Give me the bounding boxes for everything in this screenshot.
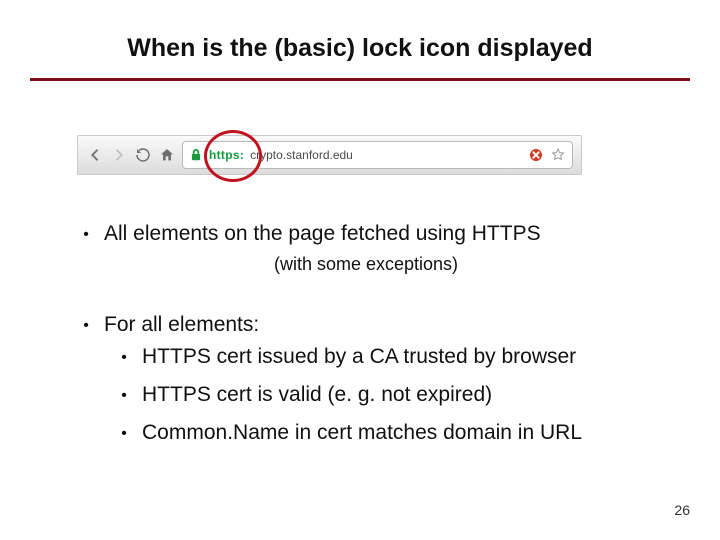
slide-content: • All elements on the page fetched using…	[82, 222, 650, 459]
bullet-marker: •	[82, 222, 90, 248]
title-underline	[30, 78, 690, 81]
bullet-subtext: (with some exceptions)	[82, 254, 650, 275]
back-icon	[86, 146, 104, 164]
bullet-text: For all elements:	[104, 313, 259, 339]
page-number: 26	[674, 502, 690, 518]
lock-icon	[189, 148, 203, 162]
url-field: https: crypto.stanford.edu	[182, 141, 573, 169]
bullet-item: • HTTPS cert is valid (e. g. not expired…	[120, 383, 650, 409]
reload-icon	[134, 146, 152, 164]
bullet-text: Common.Name in cert matches domain in UR…	[142, 421, 582, 447]
browser-toolbar: https: crypto.stanford.edu	[77, 135, 582, 175]
slide-title: When is the (basic) lock icon displayed	[0, 34, 720, 63]
bookmark-star-icon	[550, 147, 566, 163]
bullet-item: • For all elements:	[82, 313, 650, 339]
url-scheme: https:	[209, 148, 244, 162]
bullet-marker: •	[82, 313, 90, 339]
bullet-marker: •	[120, 383, 128, 409]
forward-icon	[110, 146, 128, 164]
bullet-marker: •	[120, 421, 128, 447]
sub-bullets: • HTTPS cert issued by a CA trusted by b…	[120, 345, 650, 447]
home-icon	[158, 146, 176, 164]
bullet-item: • Common.Name in cert matches domain in …	[120, 421, 650, 447]
bullet-text: HTTPS cert issued by a CA trusted by bro…	[142, 345, 576, 371]
error-icon	[528, 147, 544, 163]
url-domain: crypto.stanford.edu	[250, 148, 353, 162]
bullet-item: • HTTPS cert issued by a CA trusted by b…	[120, 345, 650, 371]
bullet-item: • All elements on the page fetched using…	[82, 222, 650, 248]
bullet-text: HTTPS cert is valid (e. g. not expired)	[142, 383, 492, 409]
bullet-marker: •	[120, 345, 128, 371]
bullet-text: All elements on the page fetched using H…	[104, 222, 541, 248]
